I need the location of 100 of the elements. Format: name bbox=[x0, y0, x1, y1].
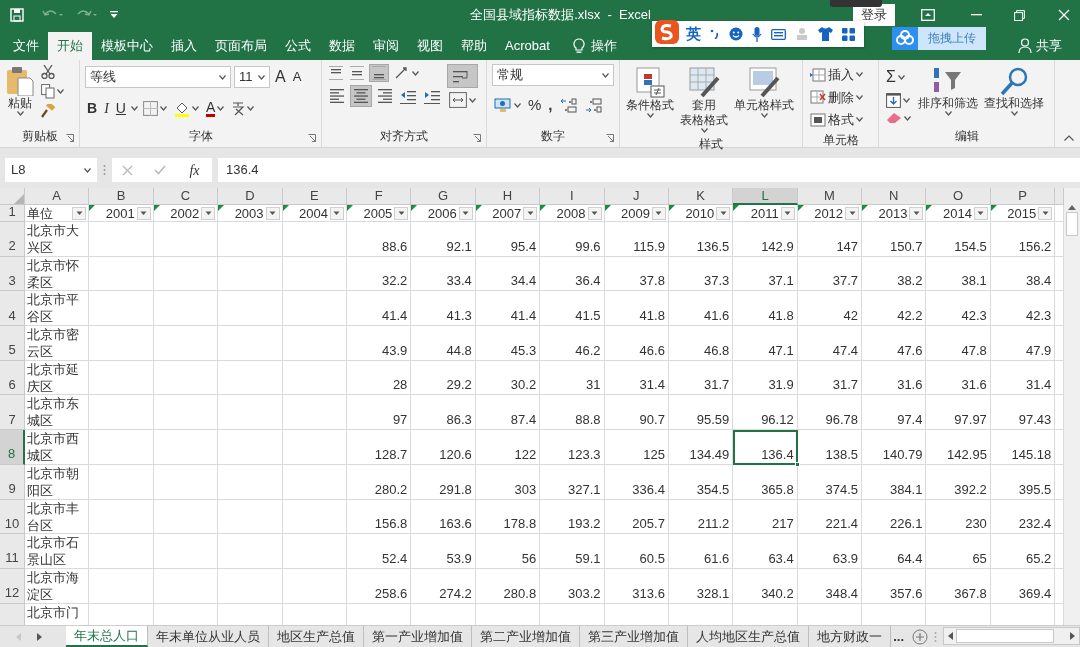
insert-function-button[interactable]: fx bbox=[187, 158, 202, 182]
caret-icon[interactable] bbox=[848, 210, 856, 216]
share-button[interactable]: 共享 bbox=[1012, 34, 1068, 56]
caret-icon[interactable] bbox=[912, 210, 920, 216]
sheet-tab[interactable]: 地方财政一 bbox=[809, 626, 892, 647]
column-header[interactable]: A bbox=[25, 188, 90, 205]
caret-icon[interactable] bbox=[462, 210, 470, 216]
search-hint[interactable]: 操作 bbox=[590, 36, 617, 56]
row-header[interactable]: 6 bbox=[0, 360, 25, 396]
percent-button[interactable]: % bbox=[526, 93, 544, 118]
caret-icon[interactable] bbox=[944, 111, 952, 116]
menu-tab[interactable]: 开始 bbox=[48, 32, 92, 60]
menu-tab[interactable]: 模板中心 bbox=[92, 32, 162, 60]
menu-tab[interactable]: 数据 bbox=[320, 32, 364, 60]
collapse-ribbon-icon[interactable] bbox=[1064, 135, 1074, 141]
caret-icon[interactable] bbox=[1010, 111, 1018, 116]
caret-icon[interactable] bbox=[269, 210, 277, 216]
check-icon[interactable] bbox=[154, 165, 167, 175]
menu-tab[interactable]: Acrobat bbox=[496, 32, 559, 60]
caret-icon[interactable] bbox=[719, 210, 727, 216]
column-header[interactable]: D bbox=[218, 188, 283, 205]
restore-icon[interactable] bbox=[1014, 9, 1025, 21]
autosum-button[interactable]: Σ bbox=[884, 64, 913, 90]
column-header[interactable]: O bbox=[926, 188, 991, 205]
caret-icon[interactable] bbox=[655, 210, 663, 216]
sheet-tab[interactable]: 第二产业增加值 bbox=[472, 626, 581, 647]
filter-button[interactable] bbox=[587, 206, 602, 220]
middle-align-button[interactable] bbox=[348, 65, 366, 81]
wrap-text-button[interactable] bbox=[447, 64, 478, 88]
column-header[interactable]: N bbox=[862, 188, 927, 205]
caret-icon[interactable] bbox=[526, 210, 534, 216]
filter-button[interactable] bbox=[845, 206, 860, 220]
caret-icon[interactable] bbox=[333, 210, 341, 216]
scroll-thumb[interactable] bbox=[956, 629, 1055, 643]
caret-icon[interactable] bbox=[397, 210, 405, 216]
sheet-tab[interactable]: 人均地区生产总值 bbox=[688, 626, 810, 647]
menu-tab[interactable]: 视图 bbox=[408, 32, 452, 60]
copy-button[interactable] bbox=[39, 83, 66, 100]
fill-handle[interactable] bbox=[794, 461, 800, 467]
dialog-launcher-icon[interactable] bbox=[606, 134, 614, 142]
caret-icon[interactable] bbox=[75, 210, 83, 216]
caret-icon[interactable] bbox=[514, 102, 521, 108]
caret-icon[interactable] bbox=[977, 210, 985, 216]
caret-icon[interactable] bbox=[591, 210, 598, 216]
filter-button[interactable] bbox=[716, 206, 731, 220]
filter-button[interactable] bbox=[394, 206, 409, 220]
add-sheet-icon[interactable] bbox=[912, 628, 929, 645]
caret-icon[interactable] bbox=[412, 70, 419, 76]
menu-tab[interactable]: 帮助 bbox=[452, 32, 496, 60]
caret-icon[interactable] bbox=[217, 106, 225, 111]
more-sheets-button[interactable]: ... bbox=[891, 626, 907, 647]
lightbulb-icon[interactable] bbox=[572, 37, 585, 55]
column-header[interactable]: J bbox=[604, 188, 669, 205]
caret-icon[interactable] bbox=[469, 97, 476, 103]
caret-icon[interactable] bbox=[16, 111, 24, 116]
dialog-launcher-icon[interactable] bbox=[308, 134, 316, 142]
row-header[interactable]: 3 bbox=[0, 256, 25, 292]
format-as-table-button[interactable]: 套用 表格格式 bbox=[679, 64, 729, 135]
close-icon[interactable] bbox=[1058, 9, 1070, 21]
column-header[interactable]: B bbox=[89, 188, 154, 205]
italic-button[interactable]: I bbox=[102, 97, 111, 120]
menu-tab[interactable]: 插入 bbox=[162, 32, 206, 60]
ime-logo-icon[interactable] bbox=[654, 19, 680, 45]
filter-button[interactable] bbox=[329, 206, 344, 220]
font-size-field[interactable]: 11 bbox=[234, 66, 270, 88]
caret-icon[interactable] bbox=[904, 115, 911, 121]
font-name-field[interactable]: 等线 bbox=[85, 66, 231, 88]
caret-icon[interactable] bbox=[897, 74, 905, 80]
grip-icon[interactable] bbox=[934, 630, 938, 643]
sheet-tab[interactable]: 地区生产总值 bbox=[269, 626, 365, 647]
caret-icon[interactable] bbox=[760, 113, 768, 118]
caret-icon[interactable] bbox=[856, 72, 863, 78]
clipboard-icon[interactable] bbox=[6, 66, 34, 96]
find-select-button[interactable]: 查找和选择 bbox=[983, 64, 1045, 125]
sheet-tab[interactable]: 年末单位从业人员 bbox=[148, 626, 270, 647]
underline-button[interactable]: U bbox=[113, 97, 128, 120]
caret-icon[interactable] bbox=[856, 94, 863, 100]
accounting-format-button[interactable] bbox=[492, 96, 523, 115]
sort-filter-button[interactable]: 排序和筛选 bbox=[917, 64, 979, 125]
shrink-font-button[interactable]: A bbox=[290, 66, 304, 88]
caret-icon[interactable] bbox=[903, 98, 910, 103]
column-header[interactable]: C bbox=[153, 188, 219, 205]
ribbon-display-icon[interactable] bbox=[921, 9, 935, 21]
caret-icon[interactable] bbox=[856, 117, 863, 123]
caret-icon[interactable] bbox=[219, 74, 226, 80]
cell-styles-button[interactable]: 单元格样式 bbox=[733, 64, 795, 135]
column-header[interactable]: L bbox=[733, 188, 798, 205]
sheet-tab[interactable]: 年末总人口 bbox=[66, 626, 149, 647]
filter-button[interactable] bbox=[523, 206, 538, 220]
minimize-icon[interactable] bbox=[971, 14, 982, 16]
filter-button[interactable] bbox=[909, 206, 924, 220]
caret-icon[interactable] bbox=[159, 106, 167, 111]
filter-button[interactable] bbox=[651, 206, 666, 220]
conditional-format-button[interactable]: 条件格式 bbox=[625, 64, 675, 135]
shirt-icon[interactable] bbox=[818, 27, 833, 41]
scroll-thumb[interactable] bbox=[1066, 212, 1078, 236]
selected-cell[interactable]: 136.4 bbox=[733, 430, 798, 465]
menu-tab[interactable]: 文件 bbox=[4, 32, 48, 60]
filter-button[interactable] bbox=[780, 206, 795, 220]
caret-icon[interactable] bbox=[130, 106, 138, 111]
